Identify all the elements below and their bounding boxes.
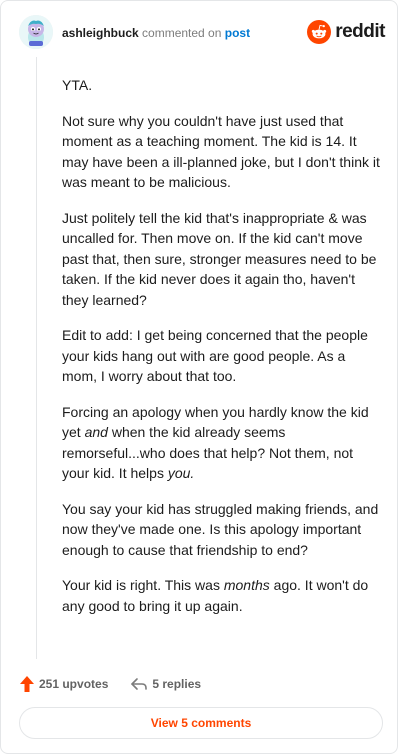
author-line: ashleighbuck commented on post [62, 26, 250, 40]
upvote-arrow-icon [20, 676, 34, 692]
comment-paragraph: YTA. [62, 75, 382, 96]
view-comments-button[interactable]: View 5 comments [19, 707, 383, 739]
username[interactable]: ashleighbuck [62, 26, 139, 40]
comment-paragraph: Just politely tell the kid that's inappr… [62, 208, 382, 311]
thread-line [36, 57, 37, 659]
snoo-avatar-icon [19, 15, 53, 49]
emphasis-text: months [223, 577, 270, 593]
emphasis-text: and [84, 424, 108, 440]
comment-footer: 251 upvotes 5 replies [19, 673, 385, 695]
reply-count: 5 replies [152, 677, 202, 691]
upvote-count: 251 upvotes [39, 677, 109, 691]
reddit-logo-icon [307, 20, 332, 44]
comment-paragraph: Your kid is right. This was months ago. … [62, 575, 382, 616]
paragraph-text: YTA. [62, 77, 93, 93]
comment-paragraph: Forcing an apology when you hardly know … [62, 402, 382, 484]
user-avatar[interactable] [19, 15, 53, 49]
paragraph-text: Just politely tell the kid that's inappr… [62, 209, 377, 308]
paragraph-text: Your kid is right. This was [62, 577, 224, 593]
comment-paragraph: Edit to add: I get being concerned that … [62, 325, 382, 387]
paragraph-text: Not sure why you couldn't have just used… [62, 112, 380, 191]
view-comments-label: View 5 comments [150, 716, 252, 730]
comment-paragraph: You say your kid has struggled making fr… [62, 499, 382, 561]
reddit-brand[interactable]: reddit [307, 19, 385, 45]
comment-body: YTA. Not sure why you couldn't have just … [62, 75, 382, 631]
emphasis-text: you. [167, 465, 195, 481]
paragraph-text: Edit to add: I get being concerned that … [62, 327, 368, 384]
replies-button[interactable]: 5 replies [108, 676, 201, 692]
comment-paragraph: Not sure why you couldn't have just used… [62, 111, 382, 193]
paragraph-text: You say your kid has struggled making fr… [62, 500, 379, 558]
action-text: commented on [142, 26, 222, 40]
post-link[interactable]: post [225, 26, 250, 40]
reply-arrow-icon [131, 678, 148, 690]
upvote-button[interactable]: 251 upvotes [19, 675, 108, 693]
reddit-wordmark: reddit [335, 21, 385, 42]
comment-header: ashleighbuck commented on post reddit [19, 15, 385, 53]
comment-card: ashleighbuck commented on post reddit YT… [0, 0, 398, 754]
